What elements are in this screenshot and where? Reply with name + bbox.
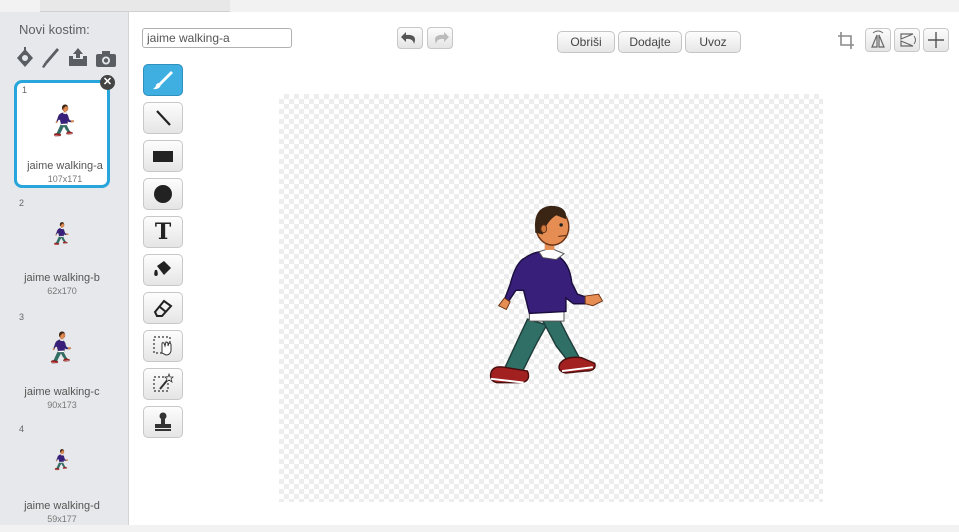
costume-name: jaime walking-c xyxy=(24,386,100,398)
delete-costume-icon[interactable]: ✕ xyxy=(100,75,115,90)
add-button[interactable]: Dodajte xyxy=(618,31,682,53)
costume-item[interactable]: 3 jaime walking-c 90x173 xyxy=(14,310,110,420)
line-icon[interactable] xyxy=(143,102,183,134)
set-center-icon[interactable] xyxy=(923,28,949,52)
new-costume-label: Novi kostim: xyxy=(19,22,90,37)
new-costume-tools xyxy=(14,46,122,72)
costume-size: 107x171 xyxy=(47,174,83,184)
flip-vertical-icon[interactable] xyxy=(894,28,920,52)
costume-thumbnail xyxy=(54,448,69,471)
costume-item[interactable]: 2 jaime walking-b 62x170 xyxy=(14,196,110,306)
costume-name: jaime walking-b xyxy=(24,272,100,284)
import-button[interactable]: Uvoz xyxy=(685,31,741,53)
undo-button[interactable] xyxy=(397,27,423,49)
crop-icon[interactable] xyxy=(833,28,859,52)
top-tab[interactable] xyxy=(40,0,230,12)
costume-name: jaime walking-d xyxy=(24,500,100,512)
text-icon[interactable]: T xyxy=(143,216,183,248)
redo-button[interactable] xyxy=(427,27,453,49)
fill-bucket-icon[interactable] xyxy=(143,254,183,286)
stamp-icon[interactable] xyxy=(143,406,183,438)
ellipse-icon[interactable] xyxy=(143,178,183,210)
rectangle-icon[interactable] xyxy=(143,140,183,172)
camera-icon[interactable] xyxy=(94,46,116,70)
undo-icon xyxy=(401,32,415,44)
costume-size: 90x173 xyxy=(47,400,77,410)
costume-thumbnail xyxy=(50,331,72,364)
brush-new-icon[interactable] xyxy=(40,46,62,70)
flip-horizontal-icon[interactable] xyxy=(865,28,891,52)
clear-button[interactable]: Obriši xyxy=(557,31,615,53)
paint-new-costume-icon[interactable] xyxy=(14,46,36,70)
upload-costume-icon[interactable] xyxy=(66,46,88,70)
costume-thumbnail xyxy=(53,104,75,137)
costume-name-input[interactable] xyxy=(142,28,292,48)
paint-canvas[interactable] xyxy=(279,94,823,502)
costume-item[interactable]: 1 ✕ jaime walking-a 107x171 xyxy=(14,75,115,188)
costume-name: jaime walking-a xyxy=(27,160,103,172)
costume-thumbnail xyxy=(54,221,69,246)
costume-size: 59x177 xyxy=(47,514,77,524)
eraser-icon[interactable] xyxy=(143,292,183,324)
paint-editor: Obriši Dodajte Uvoz T xyxy=(129,12,959,525)
select-remove-background-icon[interactable] xyxy=(143,368,183,400)
brush-icon[interactable] xyxy=(143,64,183,96)
top-strip xyxy=(0,0,959,12)
costume-panel: Novi kostim: 1 ✕ jaime walking-a 107x171… xyxy=(0,12,129,525)
redo-icon xyxy=(435,32,449,44)
select-icon[interactable] xyxy=(143,330,183,362)
text-tool-glyph: T xyxy=(154,219,172,245)
costume-sprite xyxy=(489,204,604,384)
costume-item[interactable]: 4 jaime walking-d 59x177 xyxy=(14,422,110,532)
costume-size: 62x170 xyxy=(47,286,77,296)
